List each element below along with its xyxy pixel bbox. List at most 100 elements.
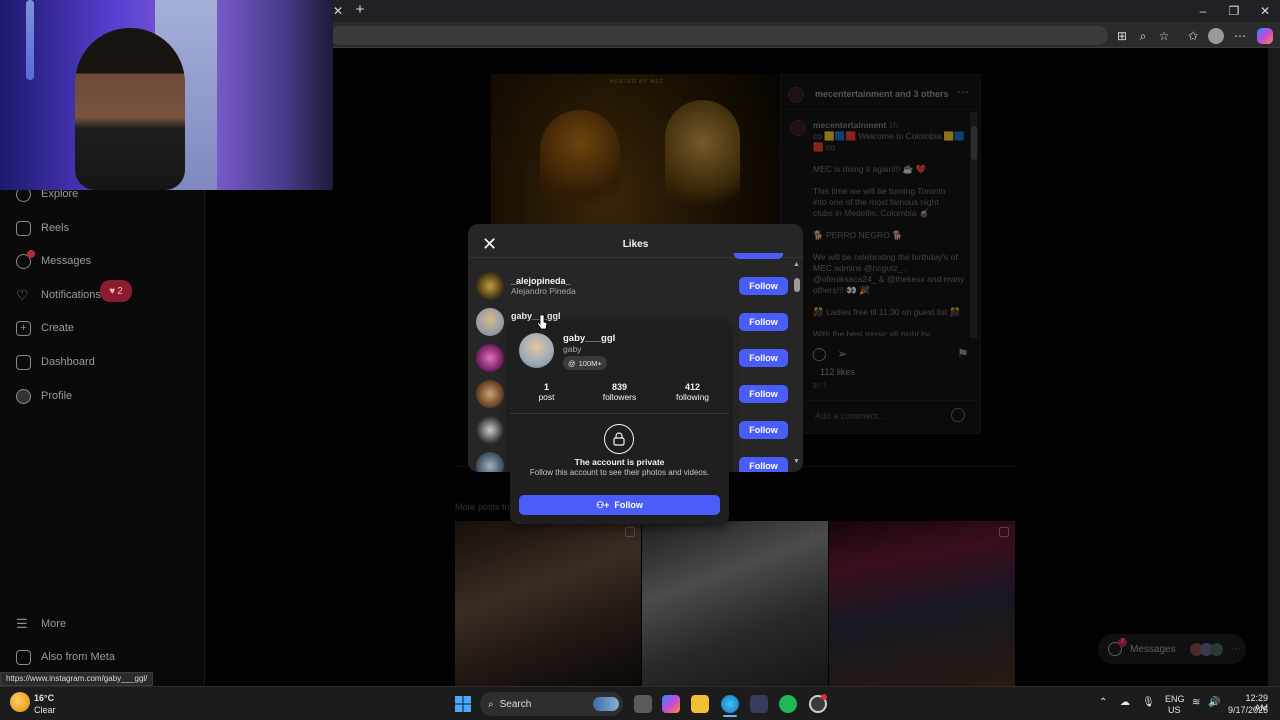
language-top[interactable]: ENG	[1165, 694, 1185, 704]
minimize-icon[interactable]: –	[1194, 3, 1212, 19]
notifications-badge: ♥ 2	[100, 280, 132, 302]
hover-card-follow-button[interactable]: ⚇+ Follow	[519, 495, 720, 515]
hover-card-divider	[510, 413, 729, 414]
likes-title: Likes	[622, 239, 649, 250]
notification-dot	[821, 694, 827, 700]
hover-card-avatar[interactable]	[519, 333, 554, 368]
profile-icon	[16, 388, 31, 404]
meta-icon	[16, 649, 31, 665]
avatar[interactable]	[476, 344, 504, 372]
add-user-icon: ⚇+	[596, 499, 610, 510]
threads-icon: @	[568, 358, 576, 368]
stat-posts-label: post	[538, 392, 555, 402]
hover-card-follow-label: Follow	[614, 500, 643, 510]
scroll-down-icon[interactable]: ▼	[793, 458, 800, 465]
avatar[interactable]	[476, 452, 504, 472]
file-explorer-icon[interactable]	[691, 695, 709, 713]
threads-badge-label: 100M+	[578, 358, 602, 368]
copilot-icon[interactable]	[1257, 28, 1273, 44]
follow-button[interactable]: Follow	[739, 349, 788, 367]
private-text: Follow this account to see their photos …	[529, 468, 710, 477]
weather-temp[interactable]: 16°C	[34, 693, 54, 703]
stat-posts: 1 post	[510, 382, 583, 402]
plus-square-icon: +	[16, 320, 31, 336]
follow-button[interactable]: Follow	[739, 313, 788, 331]
stat-followers: 839 followers	[583, 382, 656, 402]
avatar[interactable]	[476, 272, 504, 300]
close-window-icon[interactable]: ✕	[1256, 3, 1274, 19]
scroll-up-icon[interactable]: ▲	[793, 261, 800, 268]
windows-start-icon[interactable]	[455, 696, 471, 712]
sidebar-item-create[interactable]: + Create	[16, 318, 74, 338]
weather-moon-icon[interactable]	[10, 692, 30, 712]
taskbar-search-label: Search	[499, 698, 532, 710]
sidebar-item-more[interactable]: ☰ More	[16, 614, 66, 634]
follow-button[interactable]: Follow	[739, 277, 788, 295]
stat-following: 412 following	[656, 382, 729, 402]
stat-followers-label: followers	[602, 392, 637, 402]
profile-avatar-icon[interactable]	[1208, 28, 1224, 44]
language-bottom[interactable]: US	[1168, 705, 1181, 715]
lock-glyph	[613, 432, 625, 446]
task-view-icon[interactable]	[634, 695, 652, 713]
likes-fullname: Alejandro Pineda	[511, 286, 576, 296]
sidebar-item-profile[interactable]: Profile	[16, 386, 72, 406]
app-available-icon[interactable]: ⊞	[1113, 28, 1131, 44]
messages-dot	[27, 250, 35, 258]
clock-date[interactable]: 9/17/2025	[1228, 705, 1268, 715]
reels-icon	[16, 220, 31, 236]
taskbar-search[interactable]: ⌕ Search	[480, 692, 623, 716]
likes-scrollbar[interactable]: ▲ ▼	[793, 261, 801, 467]
lock-icon	[604, 424, 634, 454]
pointer-cursor-icon	[536, 314, 548, 330]
sidebar-item-reels[interactable]: Reels	[16, 218, 69, 238]
menu-icon: ☰	[16, 616, 28, 631]
status-bar-url: https://www.instagram.com/gaby___ggl/	[0, 672, 154, 686]
sidebar-item-notifications[interactable]: ♡ Notifications	[16, 285, 101, 305]
volume-icon[interactable]: 🔊	[1208, 697, 1220, 708]
page-scrollbar[interactable]	[1268, 48, 1280, 686]
active-app-indicator	[723, 715, 737, 717]
search-icon: ⌕	[488, 698, 494, 710]
edge-browser-icon[interactable]	[721, 695, 739, 713]
private-title: The account is private	[574, 457, 665, 467]
copilot-taskbar-icon[interactable]	[662, 695, 680, 713]
favorites-icon[interactable]: ✩	[1184, 28, 1202, 44]
hover-card-username[interactable]: gaby___ggl	[563, 333, 615, 344]
avatar[interactable]	[476, 380, 504, 408]
microphone-icon[interactable]: 🎙	[1142, 697, 1155, 708]
avatar[interactable]	[476, 308, 504, 336]
chart-icon	[16, 354, 31, 370]
zoom-icon[interactable]: ⌕	[1134, 28, 1152, 44]
weather-text[interactable]: Clear	[34, 705, 56, 715]
wifi-icon[interactable]: ≋	[1192, 697, 1200, 708]
maximize-icon[interactable]: ❐	[1225, 3, 1243, 19]
follow-button[interactable]: Follow	[739, 421, 788, 439]
url-field[interactable]	[330, 26, 1108, 45]
likes-username[interactable]: _alejopineda_	[511, 276, 739, 286]
hover-card-fullname: gaby	[563, 344, 582, 354]
heart-icon: ♡	[16, 286, 29, 303]
heart-icon: ♥	[109, 285, 116, 297]
favorite-star-icon[interactable]: ☆	[1155, 28, 1173, 44]
new-tab-icon[interactable]: +	[351, 2, 369, 18]
cloud-icon[interactable]: ☁	[1120, 697, 1130, 708]
sidebar-item-meta[interactable]: Also from Meta	[16, 647, 115, 667]
more-options-icon[interactable]: ⋯	[1231, 28, 1249, 44]
likes-scroll-thumb[interactable]	[794, 278, 800, 292]
sidebar-item-dashboard[interactable]: Dashboard	[16, 352, 95, 372]
follow-button[interactable]: Follow	[739, 457, 788, 472]
webcam-person	[75, 28, 185, 190]
profile-hover-card: gaby___ggl gaby @100M+ 1 post 839 follower…	[510, 321, 729, 524]
store-icon[interactable]	[750, 695, 768, 713]
follow-button[interactable]: Follow	[739, 385, 788, 403]
show-hidden-icons-icon[interactable]: ⌃	[1099, 697, 1107, 708]
threads-badge[interactable]: @100M+	[563, 356, 607, 370]
stat-following-label: following	[675, 392, 710, 402]
stat-followers-count: 839	[611, 382, 628, 392]
spotify-icon[interactable]	[779, 695, 797, 713]
stat-following-count: 412	[684, 382, 701, 392]
avatar[interactable]	[476, 416, 504, 444]
likes-row[interactable]: _alejopineda_ Alejandro Pineda Follow	[476, 269, 788, 303]
follow-button-partial[interactable]	[734, 253, 783, 259]
